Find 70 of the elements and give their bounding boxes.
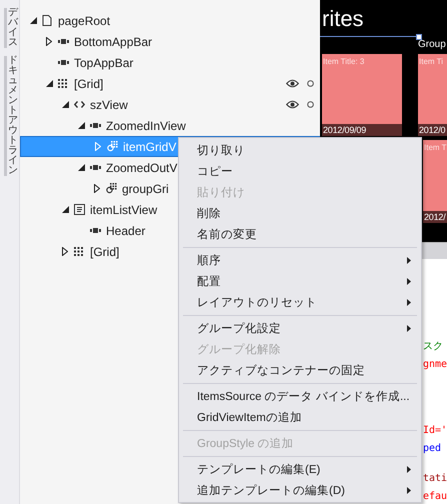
tree-item-label: groupGri: [122, 182, 169, 196]
list-icon: [74, 204, 85, 215]
code-text: ped: [423, 442, 442, 456]
code-text: efau: [423, 490, 447, 504]
collapsed-arrow-icon[interactable]: [94, 184, 100, 193]
tree-item-label: pageRoot: [58, 14, 110, 28]
menu-item[interactable]: アクティブなコンテナーの固定: [179, 360, 421, 381]
item-date: 2012/09/09: [322, 124, 402, 136]
group-header: Group: [418, 39, 446, 50]
menu-item[interactable]: 配置: [179, 271, 421, 292]
tree-item[interactable]: pageRoot: [20, 10, 320, 31]
menu-item[interactable]: GridViewItemの追加: [179, 407, 421, 428]
tree-item-label: BottomAppBar: [74, 34, 152, 48]
expanded-arrow-icon[interactable]: [62, 101, 69, 108]
menu-item[interactable]: コピー: [179, 161, 421, 182]
item-title: Item Title: 3: [322, 56, 366, 68]
grid-view-icon: [106, 183, 117, 194]
page-title: rites: [321, 5, 365, 33]
grid-icon: [74, 247, 83, 256]
tree-item-label: ZoomedOutV: [106, 160, 178, 174]
collapsed-arrow-icon[interactable]: [46, 37, 52, 46]
expanded-arrow-icon[interactable]: [62, 206, 69, 213]
menu-item[interactable]: 順序: [179, 250, 421, 271]
bar-icon: [58, 60, 69, 65]
expanded-arrow-icon[interactable]: [78, 122, 85, 129]
collapsed-arrow-icon[interactable]: [62, 247, 68, 256]
code-text: スク: [423, 340, 443, 354]
bar-icon: [90, 228, 101, 233]
eye-icon[interactable]: [286, 100, 299, 109]
selection-handle[interactable]: [416, 34, 422, 40]
item-date: 2012/: [423, 211, 447, 223]
tree-item-label: ZoomedInView: [106, 118, 186, 132]
tree-item-label: [Grid]: [74, 76, 104, 90]
tree-item-label: szView: [90, 98, 128, 112]
menu-item[interactable]: レイアウトのリセット: [179, 292, 421, 313]
page-icon: [42, 15, 52, 26]
menu-item[interactable]: 削除: [179, 203, 421, 224]
menu-item[interactable]: ItemsSource のデータ バインドを作成...: [179, 386, 421, 407]
tree-item[interactable]: [Grid]: [20, 73, 320, 94]
menu-item[interactable]: 名前の変更: [179, 224, 421, 245]
bar-icon: [90, 123, 101, 128]
tree-item-label: itemGridV: [123, 140, 176, 154]
tree-item[interactable]: szView: [20, 94, 320, 115]
eye-icon[interactable]: [286, 79, 299, 88]
expanded-arrow-icon[interactable]: [46, 80, 53, 87]
code-text: Id=': [423, 424, 447, 438]
expanded-arrow-icon[interactable]: [30, 17, 37, 24]
angle-brackets-icon: [74, 101, 85, 108]
menu-item[interactable]: テンプレートの編集(E): [179, 459, 421, 480]
item-title: Item T: [423, 142, 447, 154]
code-text: gnme: [423, 358, 447, 372]
bar-icon: [58, 39, 69, 44]
tree-item[interactable]: ZoomedInView: [20, 115, 320, 136]
menu-item[interactable]: グループ化設定: [179, 318, 421, 339]
tree-item[interactable]: BottomAppBar: [20, 31, 320, 52]
item-title: Item Ti: [418, 56, 444, 68]
grid-icon: [58, 79, 67, 88]
tree-item-label: Header: [106, 224, 146, 238]
expanded-arrow-icon[interactable]: [78, 164, 85, 171]
circle-icon[interactable]: [307, 101, 314, 108]
code-text: tati: [423, 472, 447, 486]
bar-icon: [90, 165, 101, 170]
tree-item-label: TopAppBar: [74, 56, 134, 70]
item-date: 2012/0: [418, 124, 447, 136]
circle-icon[interactable]: [307, 80, 314, 87]
tree-item-label: itemListView: [90, 202, 158, 216]
tree-item-label: [Grid]: [90, 244, 120, 258]
tree-item[interactable]: TopAppBar: [20, 52, 320, 73]
grid-view-icon: [107, 141, 118, 152]
menu-item[interactable]: 追加テンプレートの編集(D): [179, 480, 421, 501]
